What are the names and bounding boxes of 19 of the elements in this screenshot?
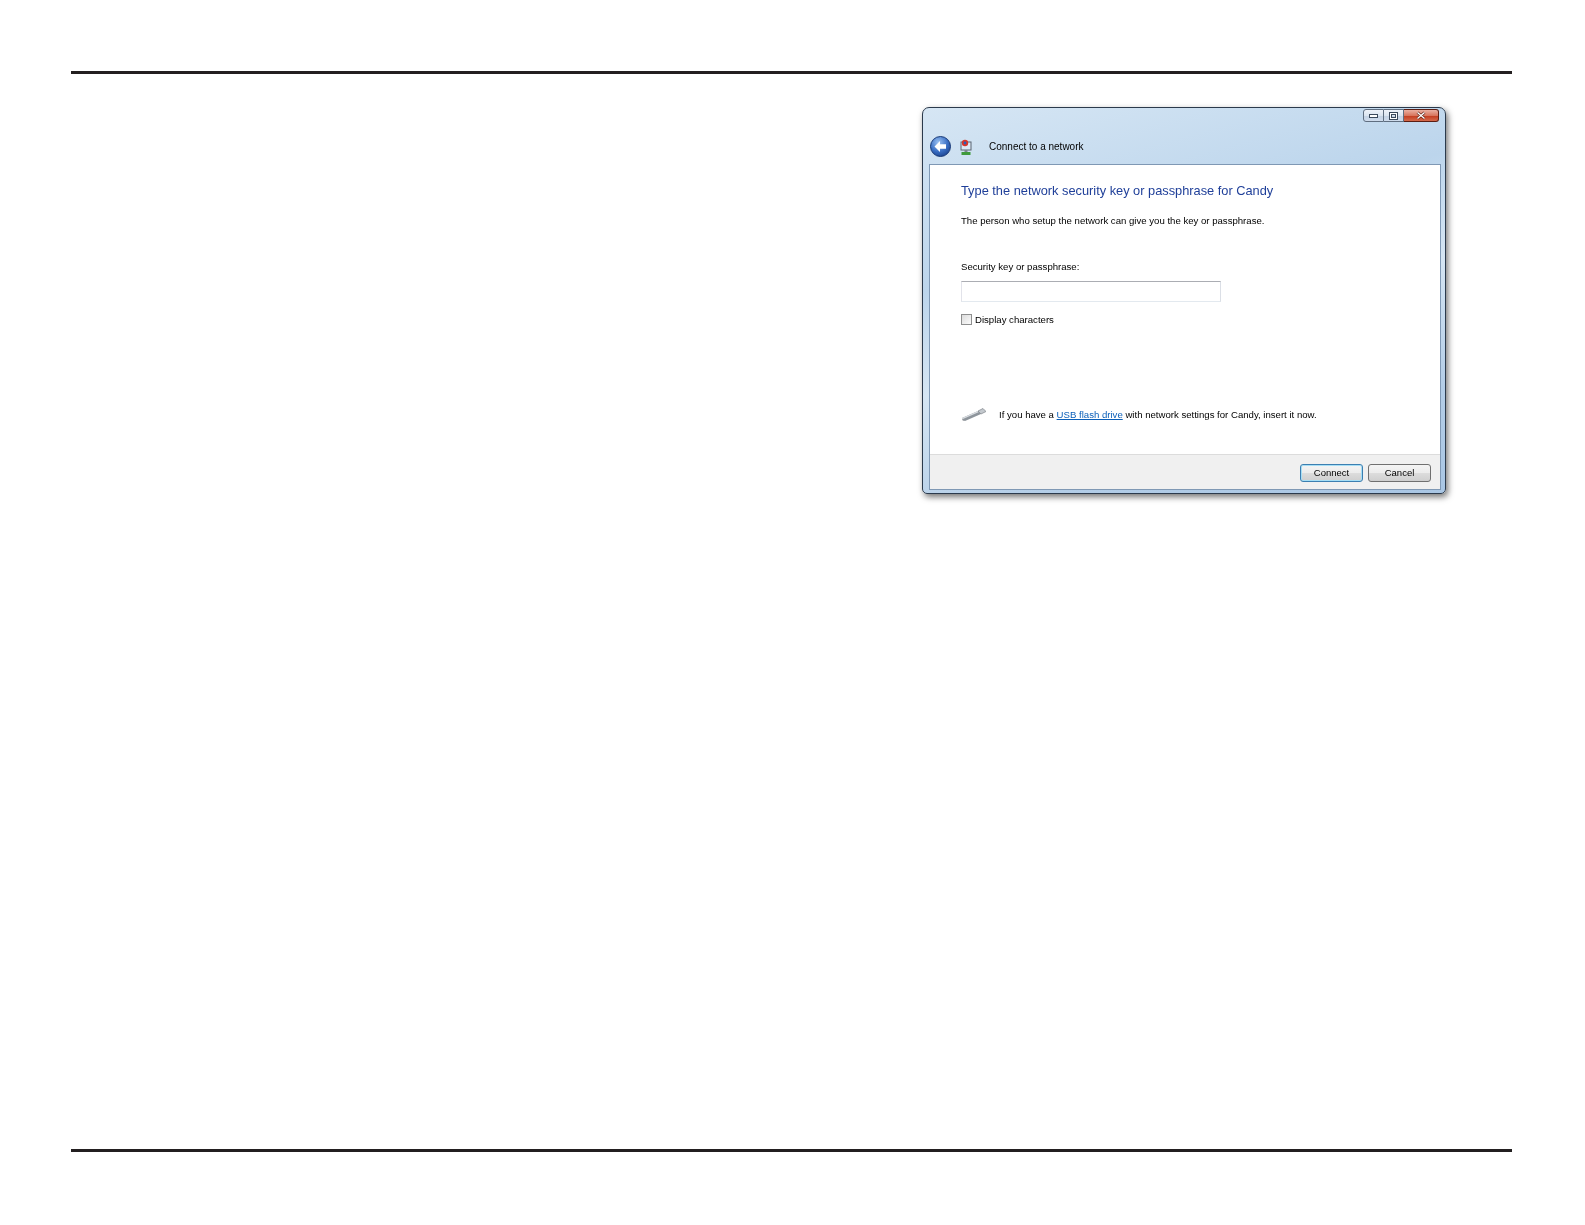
minimize-button[interactable] — [1363, 109, 1384, 122]
instruction-text: The person who setup the network can give you the key or passphrase. — [961, 214, 1265, 227]
passphrase-field[interactable] — [961, 281, 1221, 302]
dialog-heading: Type the network security key or passphrase for Candy — [961, 183, 1274, 199]
minimize-icon — [1369, 113, 1378, 118]
usb-flash-drive-link[interactable]: USB flash drive — [1056, 408, 1123, 420]
checkbox-label[interactable]: Display characters — [975, 313, 1054, 326]
checkbox[interactable] — [961, 314, 972, 325]
maximize-button[interactable] — [1384, 109, 1404, 122]
cancel-button[interactable]: Cancel — [1368, 463, 1431, 482]
close-icon — [1416, 111, 1426, 120]
maximize-icon — [1389, 111, 1398, 120]
close-button[interactable] — [1404, 109, 1439, 122]
field-label: Security key or passphrase: — [961, 260, 1080, 273]
dialog-title: Connect to a network — [989, 140, 1084, 153]
connect-button[interactable]: Connect — [1300, 463, 1363, 482]
usb-drive-icon — [961, 407, 986, 421]
usb-hint-text: If you have a USB flash drive with network settings for Candy, insert it now. — [999, 407, 1317, 421]
network-computer-icon — [960, 138, 972, 155]
